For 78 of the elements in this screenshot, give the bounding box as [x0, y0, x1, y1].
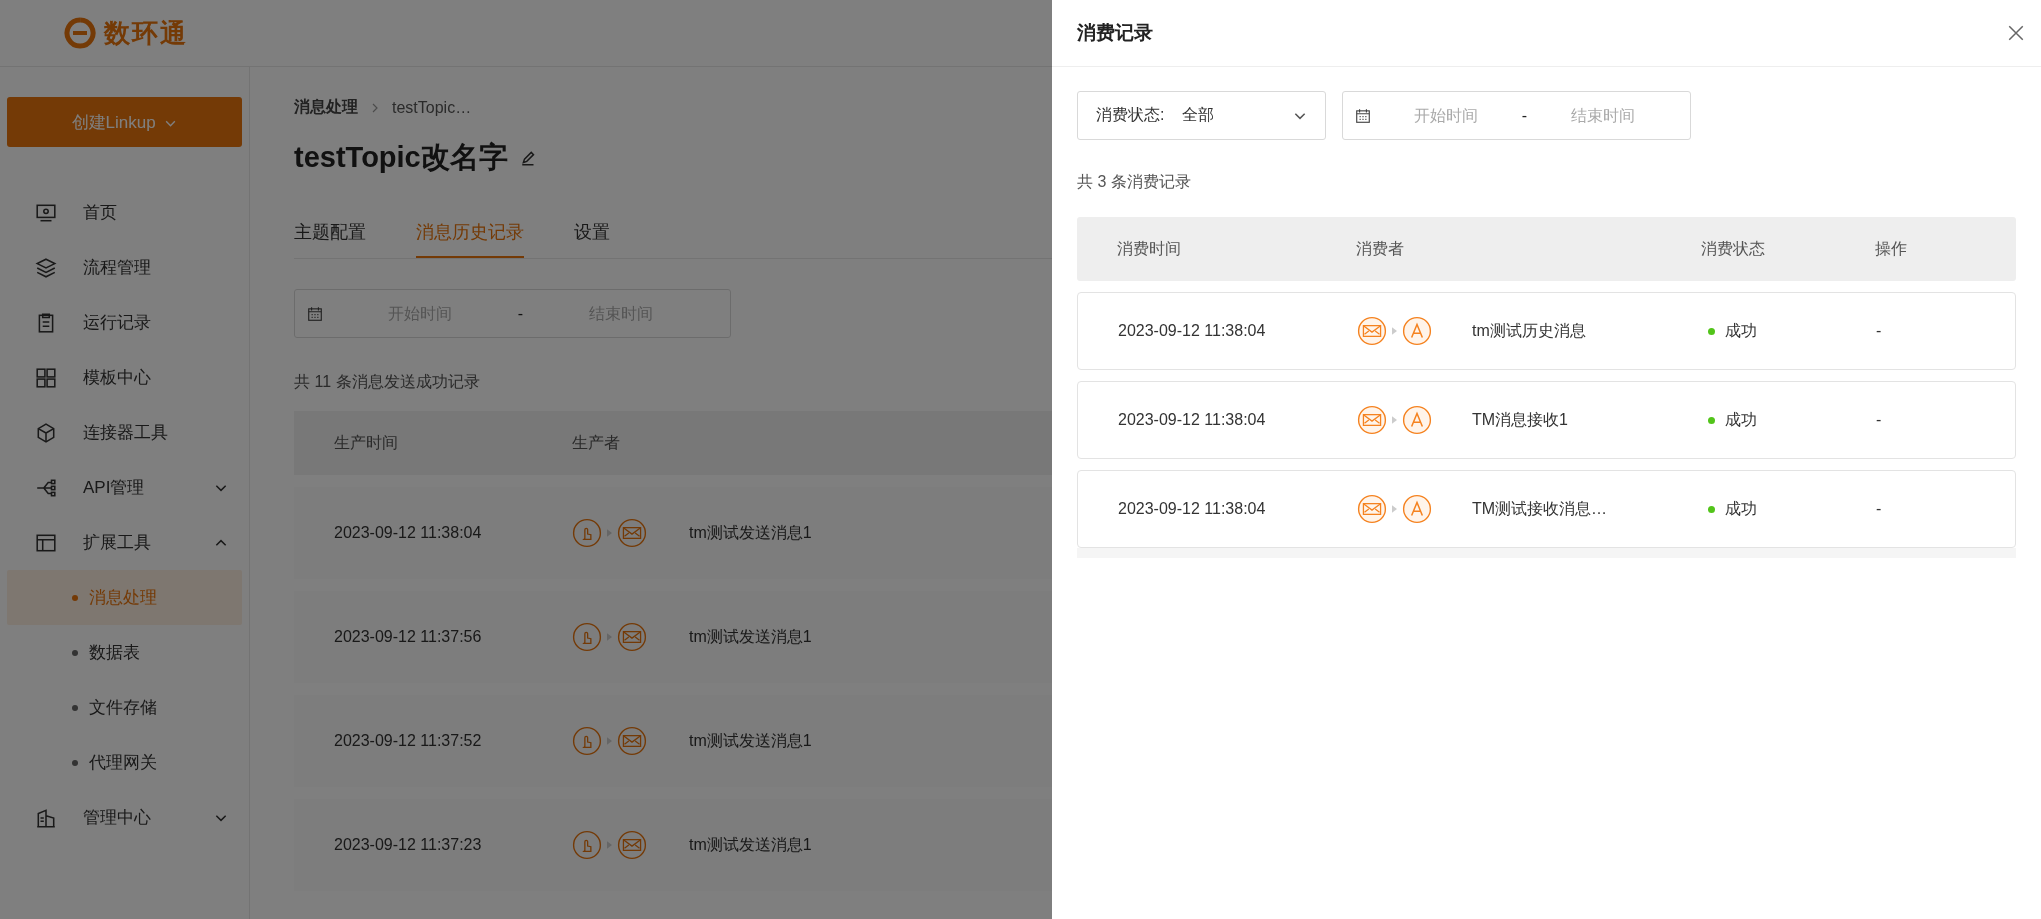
hand-icon	[572, 726, 602, 756]
sidebar-item[interactable]: 首页	[7, 185, 242, 240]
menu-icon	[35, 421, 57, 444]
table-cell-text: 成功	[1725, 320, 1757, 341]
sidebar-subitem[interactable]: 数据表	[7, 625, 242, 680]
chevron-icon	[370, 102, 380, 113]
envelope-icon	[617, 622, 647, 652]
envelope-icon	[617, 830, 647, 860]
menu-icon	[35, 366, 57, 389]
column-header: 操作	[1875, 238, 1908, 259]
table-cell-text: tm测试发送消息1	[689, 522, 812, 543]
column-header: 生产时间	[333, 432, 399, 453]
table-cell-text: 2023-09-12 11:38:04	[1117, 411, 1267, 429]
table-cell-text: 2023-09-12 11:38:04	[1117, 322, 1267, 340]
sidebar-item[interactable]: API管理	[7, 460, 242, 515]
letter-a-icon	[1402, 494, 1432, 524]
envelope-icon	[617, 726, 647, 756]
breadcrumb-link[interactable]: 消息处理	[294, 97, 358, 118]
date-range-field[interactable]: 开始时间 - 结束时间	[1342, 91, 1691, 140]
sidebar-item[interactable]: 连接器工具	[7, 405, 242, 460]
letter-a-icon	[1402, 405, 1432, 435]
sidebar-subitem[interactable]: 代理网关	[7, 735, 242, 790]
end-date-input[interactable]: 结束时间	[1527, 105, 1678, 126]
table-cell-text: 2023-09-12 11:38:04	[333, 524, 483, 542]
table-cell-text: 2023-09-12 11:37:23	[333, 836, 483, 854]
arrow-icon	[1392, 416, 1397, 424]
column-header: 生产者	[572, 432, 620, 453]
table-cell-text: -	[1876, 322, 1883, 340]
arrow-icon	[1392, 327, 1397, 335]
record-count: 共 3 条消费记录	[1077, 172, 1192, 192]
calendar-icon	[307, 305, 323, 322]
status-select[interactable]: 消费状态: 全部	[1077, 91, 1326, 140]
menu-icon	[35, 256, 57, 279]
logo-icon	[64, 17, 96, 49]
sidebar-item[interactable]: 模板中心	[7, 350, 242, 405]
table-cell-text: -	[1876, 500, 1883, 518]
hand-icon	[572, 830, 602, 860]
table-cell-text: 成功	[1725, 498, 1757, 519]
table-cell-text: 2023-09-12 11:37:52	[333, 732, 483, 750]
table-cell-text: tm测试发送消息1	[689, 834, 812, 855]
table-cell-text: 2023-09-12 11:38:04	[1117, 500, 1267, 518]
calendar-icon	[1355, 107, 1371, 124]
table-cell-text: tm测试历史消息	[1472, 320, 1586, 341]
arrow-icon	[1392, 505, 1397, 513]
column-header: 消费者	[1356, 238, 1405, 259]
table-cell-text: TM测试接收消息…	[1472, 498, 1608, 519]
sidebar-item[interactable]: 流程管理	[7, 240, 242, 295]
table-cell-text: 2023-09-12 11:37:56	[333, 628, 483, 646]
table-cell-text: TM消息接收1	[1472, 409, 1568, 430]
column-header: 消费时间	[1116, 238, 1182, 259]
table-cell-text: -	[1876, 411, 1883, 429]
menu-icon	[35, 806, 57, 829]
create-button[interactable]: 创建Linkup	[7, 97, 242, 147]
hand-icon	[572, 622, 602, 652]
table-cell-text: tm测试发送消息1	[689, 730, 812, 751]
sidebar-subitem[interactable]: 文件存储	[7, 680, 242, 735]
drawer-title: 消费记录	[1077, 21, 1153, 45]
close-icon[interactable]	[2007, 24, 2025, 42]
page-title: testTopic改名字	[294, 140, 508, 175]
breadcrumb-current: testTopic…	[392, 98, 472, 117]
envelope-icon	[617, 518, 647, 548]
logo-text: 数环通	[104, 16, 188, 50]
tab[interactable]: 主题配置	[294, 212, 366, 258]
hand-icon	[572, 518, 602, 548]
sidebar-item[interactable]: 扩展工具	[7, 515, 242, 570]
column-header: 消费状态	[1701, 238, 1766, 259]
envelope-icon	[1357, 494, 1387, 524]
tab[interactable]: 消息历史记录	[416, 212, 524, 258]
record-count: 共 11 条消息发送成功记录	[294, 372, 481, 392]
sidebar-item[interactable]: 运行记录	[7, 295, 242, 350]
tab[interactable]: 设置	[574, 212, 610, 258]
letter-a-icon	[1402, 316, 1432, 346]
table-cell-text: tm测试发送消息1	[689, 626, 812, 647]
envelope-icon	[1357, 405, 1387, 435]
sidebar-item[interactable]: 管理中心	[7, 790, 242, 845]
start-date-input[interactable]: 开始时间	[1371, 105, 1522, 126]
table-cell-text: 成功	[1725, 409, 1757, 430]
envelope-icon	[1357, 316, 1387, 346]
